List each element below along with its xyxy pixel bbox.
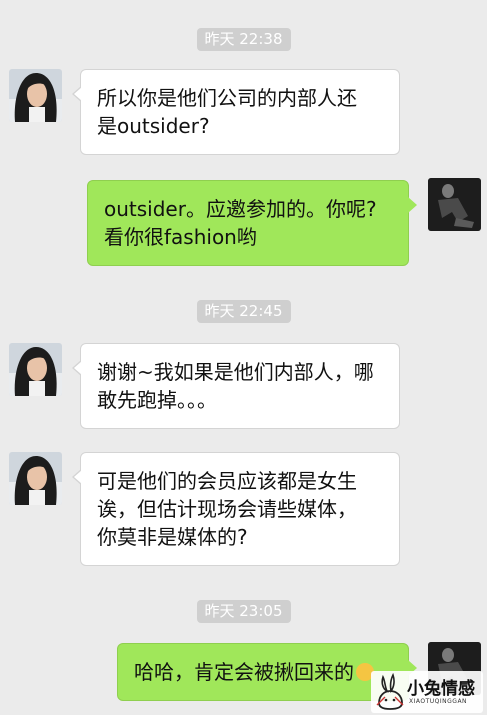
message-text-line: 谢谢~我如果是他们内部人，哪 xyxy=(97,360,374,384)
incoming-message-bubble[interactable]: 谢谢~我如果是他们内部人，哪 敢先跑掉。。。 xyxy=(72,343,400,429)
message-text-line: 可是他们的会员应该都是女生 xyxy=(97,469,357,493)
timestamp: 昨天 23:05 xyxy=(196,600,291,623)
incoming-message-bubble[interactable]: 可是他们的会员应该都是女生 诶，但估计现场会请些媒体， 你莫非是媒体的? xyxy=(72,452,400,566)
incoming-message-bubble[interactable]: 所以你是他们公司的内部人还 是outsider? xyxy=(72,69,400,155)
timestamp: 昨天 22:45 xyxy=(196,300,291,323)
message-text-line: 是outsider? xyxy=(97,114,210,138)
contact-avatar[interactable] xyxy=(9,452,62,505)
woman-portrait-icon xyxy=(9,452,62,505)
watermark: 小兔情感 XIAOTUQINGGAN xyxy=(371,671,483,713)
self-avatar[interactable] xyxy=(428,178,481,231)
message-text-line: 敢先跑掉。。。 xyxy=(97,388,217,412)
outgoing-message-bubble[interactable]: 哈哈，肯定会被揪回来的 xyxy=(117,643,417,701)
man-portrait-icon xyxy=(428,178,481,231)
message-text-line: 看你很fashion哟 xyxy=(104,225,257,249)
timestamp: 昨天 22:38 xyxy=(196,28,291,51)
message-text-line: outsider。应邀参加的。你呢? xyxy=(104,197,377,221)
message-text: 哈哈，肯定会被揪回来的 xyxy=(134,660,354,684)
watermark-name: 小兔情感 xyxy=(407,679,475,699)
contact-avatar[interactable] xyxy=(9,343,62,396)
contact-avatar[interactable] xyxy=(9,69,62,122)
rabbit-logo-icon xyxy=(376,673,404,710)
outgoing-message-bubble[interactable]: outsider。应邀参加的。你呢? 看你很fashion哟 xyxy=(87,180,417,266)
message-text-line: 哈哈，肯定会被揪回来的 xyxy=(134,658,392,686)
message-text-line: 诶，但估计现场会请些媒体， xyxy=(97,497,357,521)
woman-portrait-icon xyxy=(9,69,62,122)
woman-portrait-icon xyxy=(9,343,62,396)
message-text-line: 你莫非是媒体的? xyxy=(97,525,248,549)
message-text-line: 所以你是他们公司的内部人还 xyxy=(97,86,357,110)
watermark-subtitle: XIAOTUQINGGAN xyxy=(409,698,468,705)
